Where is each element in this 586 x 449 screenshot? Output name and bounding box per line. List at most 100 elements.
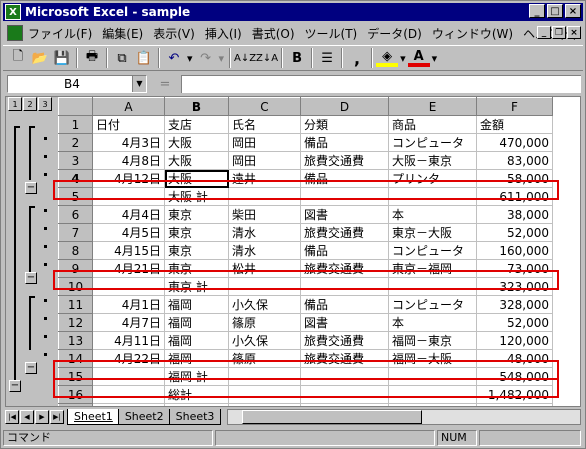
column-header-f[interactable]: F (476, 97, 553, 116)
menu-data[interactable]: データ(D) (362, 25, 427, 42)
row-header-4[interactable]: 4 (58, 169, 93, 188)
redo-dropdown-icon[interactable]: ▾ (217, 52, 227, 65)
cell-e11[interactable]: コンピュータ (388, 295, 477, 314)
cell-e10[interactable] (388, 277, 477, 296)
cell-a17[interactable] (92, 403, 165, 406)
cell-f15[interactable]: 548,000 (476, 367, 553, 386)
cell-d4[interactable]: 備品 (300, 169, 389, 188)
menu-tools[interactable]: ツール(T) (300, 25, 363, 42)
cell-d13[interactable]: 旅費交通費 (300, 331, 389, 350)
menu-view[interactable]: 表示(V) (148, 25, 200, 42)
cell-b8[interactable]: 東京 (164, 241, 229, 260)
cell-f11[interactable]: 328,000 (476, 295, 553, 314)
cell-c10[interactable] (228, 277, 301, 296)
cell-c5[interactable] (228, 187, 301, 206)
select-all-corner[interactable] (58, 97, 93, 116)
cell-f10[interactable]: 323,000 (476, 277, 553, 296)
row-header-15[interactable]: 15 (58, 367, 93, 386)
cell-c3[interactable]: 岡田 (228, 151, 301, 170)
cell-c9[interactable]: 松井 (228, 259, 301, 278)
collapse-group-fukuoka-button[interactable]: − (25, 362, 37, 374)
row-header-5[interactable]: 5 (58, 187, 93, 206)
sort-descending-icon[interactable]: Z↓A (256, 47, 278, 69)
cell-d15[interactable] (300, 367, 389, 386)
cell-b3[interactable]: 大阪 (164, 151, 229, 170)
cell-f14[interactable]: 48,000 (476, 349, 553, 368)
sort-ascending-icon[interactable]: A↓Z (234, 47, 256, 69)
cell-c11[interactable]: 小久保 (228, 295, 301, 314)
column-header-e[interactable]: E (388, 97, 477, 116)
cell-f13[interactable]: 120,000 (476, 331, 553, 350)
cell-d10[interactable] (300, 277, 389, 296)
cell-b13[interactable]: 福岡 (164, 331, 229, 350)
doc-close-button[interactable]: × (567, 26, 581, 39)
cell-c6[interactable]: 柴田 (228, 205, 301, 224)
name-box[interactable]: B4 ▼ (7, 75, 147, 93)
workbook-icon[interactable] (7, 25, 23, 41)
open-folder-icon[interactable]: 📂 (29, 47, 51, 69)
cell-f9[interactable]: 73,000 (476, 259, 553, 278)
cell-e1[interactable]: 商品 (388, 115, 477, 134)
cell-c12[interactable]: 篠原 (228, 313, 301, 332)
cell-b1[interactable]: 支店 (164, 115, 229, 134)
cell-c8[interactable]: 清水 (228, 241, 301, 260)
last-sheet-icon[interactable]: ▶| (50, 410, 64, 424)
scrollbar-thumb[interactable] (242, 410, 423, 424)
new-file-icon[interactable]: 🗋 (7, 47, 29, 69)
sheet-tab-3[interactable]: Sheet3 (168, 409, 222, 425)
doc-restore-button[interactable]: ❐ (552, 26, 566, 39)
cell-b15[interactable]: 福岡 計 (164, 367, 229, 386)
row-header-14[interactable]: 14 (58, 349, 93, 368)
cell-f5[interactable]: 611,000 (476, 187, 553, 206)
cell-c7[interactable]: 清水 (228, 223, 301, 242)
cell-a2[interactable]: 4月3日 (92, 133, 165, 152)
row-header-16[interactable]: 16 (58, 385, 93, 404)
cell-f1[interactable]: 金額 (476, 115, 553, 134)
menu-edit[interactable]: 編集(E) (97, 25, 148, 42)
save-icon[interactable]: 💾 (51, 47, 73, 69)
bold-icon[interactable]: B (286, 47, 308, 69)
menu-file[interactable]: ファイル(F) (23, 25, 97, 42)
cell-c15[interactable] (228, 367, 301, 386)
redo-icon[interactable]: ↷ (195, 47, 217, 69)
horizontal-scrollbar[interactable] (227, 409, 581, 425)
cell-d5[interactable] (300, 187, 389, 206)
cell-a11[interactable]: 4月1日 (92, 295, 165, 314)
cell-e13[interactable]: 福岡－東京 (388, 331, 477, 350)
cell-e14[interactable]: 福岡－大阪 (388, 349, 477, 368)
cell-e8[interactable]: コンピュータ (388, 241, 477, 260)
edit-formula-button[interactable]: = (153, 75, 177, 93)
menu-window[interactable]: ウィンドウ(W) (427, 25, 518, 42)
menu-insert[interactable]: 挿入(I) (200, 25, 247, 42)
cell-f3[interactable]: 83,000 (476, 151, 553, 170)
cell-b6[interactable]: 東京 (164, 205, 229, 224)
row-header-3[interactable]: 3 (58, 151, 93, 170)
cell-d14[interactable]: 旅費交通費 (300, 349, 389, 368)
cell-c17[interactable] (228, 403, 301, 406)
cell-e6[interactable]: 本 (388, 205, 477, 224)
cell-b11[interactable]: 福岡 (164, 295, 229, 314)
cell-d9[interactable]: 旅費交通費 (300, 259, 389, 278)
row-header-7[interactable]: 7 (58, 223, 93, 242)
cell-c2[interactable]: 岡田 (228, 133, 301, 152)
font-color-icon[interactable]: A (407, 49, 430, 67)
sheet-tab-1[interactable]: Sheet1 (67, 409, 120, 425)
outline-level-3-button[interactable]: 3 (38, 97, 52, 111)
cell-d3[interactable]: 旅費交通費 (300, 151, 389, 170)
cell-a10[interactable] (92, 277, 165, 296)
row-header-12[interactable]: 12 (58, 313, 93, 332)
column-header-c[interactable]: C (228, 97, 301, 116)
row-header-11[interactable]: 11 (58, 295, 93, 314)
cell-d16[interactable] (300, 385, 389, 404)
cell-a6[interactable]: 4月4日 (92, 205, 165, 224)
next-sheet-icon[interactable]: ▶ (35, 410, 49, 424)
cell-f12[interactable]: 52,000 (476, 313, 553, 332)
undo-icon[interactable]: ↶ (163, 47, 185, 69)
cell-b2[interactable]: 大阪 (164, 133, 229, 152)
cell-f6[interactable]: 38,000 (476, 205, 553, 224)
cell-e9[interactable]: 東京－福岡 (388, 259, 477, 278)
cell-d12[interactable]: 図書 (300, 313, 389, 332)
maximize-button[interactable]: □ (547, 4, 563, 18)
cell-e15[interactable] (388, 367, 477, 386)
font-color-dropdown-icon[interactable]: ▾ (430, 52, 440, 65)
